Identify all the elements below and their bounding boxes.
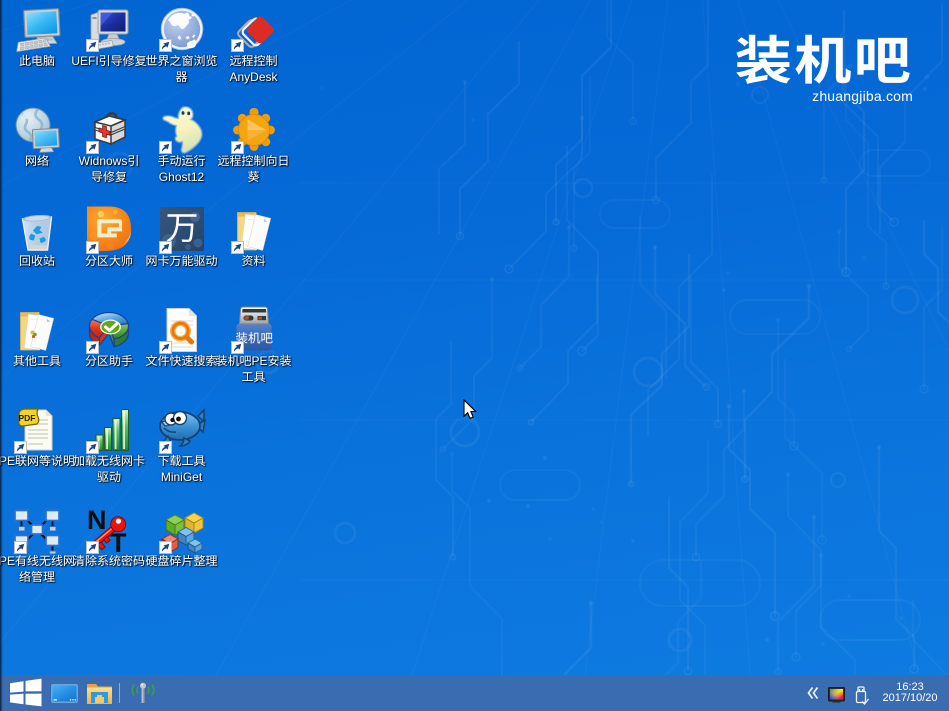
svg-text:N: N (87, 506, 107, 535)
svg-text:PDF: PDF (19, 413, 36, 423)
